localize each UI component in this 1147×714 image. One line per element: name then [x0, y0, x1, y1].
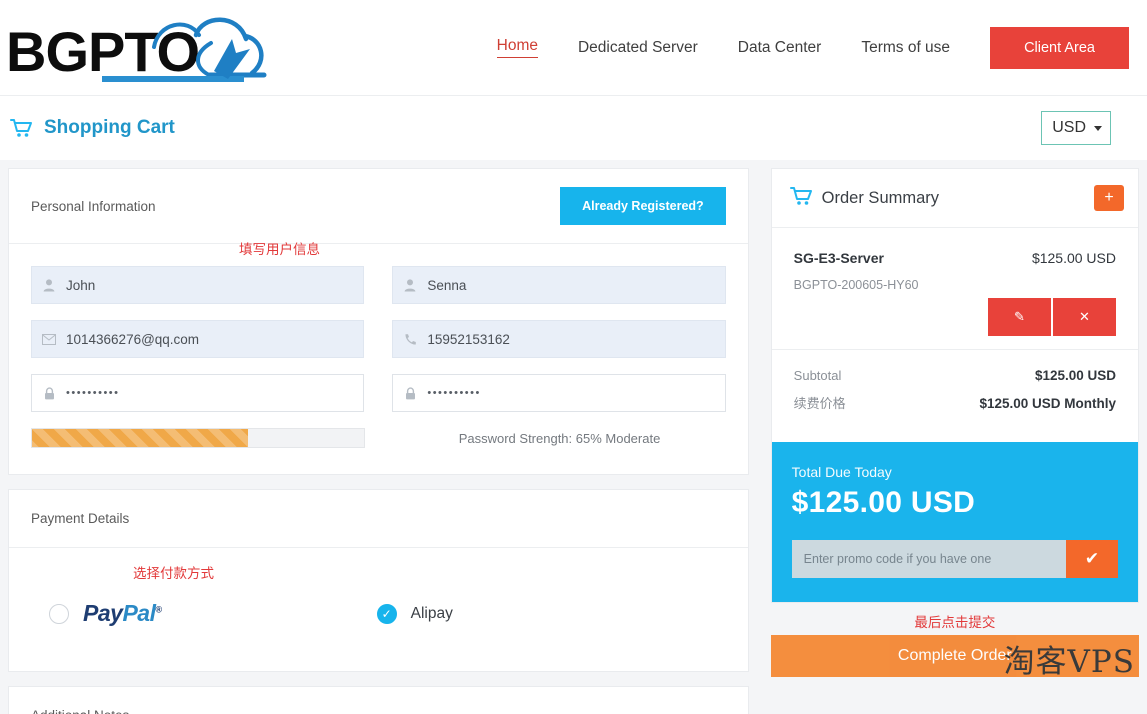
- shopping-cart-title: Shopping Cart: [44, 117, 175, 138]
- personal-information-card: Personal Information Already Registered?…: [8, 168, 749, 475]
- order-summary-cart-icon: [789, 186, 812, 211]
- renewal-value: $125.00 USD Monthly: [979, 396, 1116, 411]
- total-due-label: Total Due Today: [791, 464, 892, 480]
- svg-text:BGPTO: BGPTO: [6, 20, 199, 83]
- order-totals: Subtotal $125.00 USD 续费价格 $125.00 USD Mo…: [772, 350, 1138, 442]
- payment-details-title: Payment Details: [31, 511, 130, 526]
- order-item-actions: ✎ ✕: [988, 298, 1116, 336]
- client-area-button[interactable]: Client Area: [990, 26, 1129, 69]
- user-icon: [32, 278, 66, 292]
- order-item-code: BGPTO-200605-HY60: [793, 278, 919, 292]
- order-summary-header: Order Summary +: [771, 169, 1138, 228]
- nav-item-home[interactable]: Home: [496, 37, 538, 58]
- email-field[interactable]: 1014366276@qq.com: [31, 320, 365, 358]
- order-summary-card: Order Summary + SG-E3-Server $125.00 USD…: [770, 168, 1139, 603]
- password-row: •••••••••• ••••••••••: [31, 374, 726, 412]
- payment-details-body: 选择付款方式 PayPal® Alipay: [9, 548, 748, 671]
- personal-information-header: Personal Information Already Registered?: [9, 169, 748, 244]
- subtotal-value: $125.00 USD: [1034, 368, 1116, 383]
- paypal-logo: PayPal®: [83, 600, 162, 626]
- contact-row: 1014366276@qq.com 15952153162: [31, 320, 726, 358]
- envelope-icon: [32, 333, 66, 345]
- annotation-choose-payment: 选择付款方式: [133, 566, 214, 582]
- email-value: 1014366276@qq.com: [66, 331, 200, 347]
- add-item-button[interactable]: +: [1094, 185, 1124, 211]
- subtotal-label: Subtotal: [793, 368, 842, 383]
- edit-item-button[interactable]: ✎: [988, 298, 1051, 336]
- personal-information-body: 填写用户信息 John Senna 1014366276@qq.com 1595…: [9, 242, 748, 474]
- password-strength-bar: [31, 428, 366, 448]
- currency-select[interactable]: USD: [1041, 111, 1111, 145]
- password-value: ••••••••••: [66, 387, 120, 399]
- renewal-row: 续费价格 $125.00 USD Monthly: [794, 393, 1116, 412]
- password-confirm-value: ••••••••••: [427, 387, 481, 399]
- additional-notes-card: Additional Notes: [8, 686, 749, 714]
- nav-item-dedicated-server[interactable]: Dedicated Server: [578, 39, 698, 57]
- password-strength-fill: [32, 429, 249, 447]
- first-name-field[interactable]: John: [31, 266, 365, 304]
- user-icon: [393, 278, 427, 292]
- last-name-value: Senna: [427, 277, 467, 293]
- password-confirm-field[interactable]: ••••••••••: [392, 374, 726, 412]
- chevron-down-icon: [1094, 125, 1102, 131]
- annotation-fill-user-info: 填写用户信息: [239, 242, 320, 258]
- annotation-click-submit: 最后点击提交: [914, 615, 996, 631]
- remove-item-button[interactable]: ✕: [1053, 298, 1116, 336]
- last-name-field[interactable]: Senna: [392, 266, 726, 304]
- promo-code-input[interactable]: [791, 540, 1066, 578]
- currency-select-value: USD: [1052, 119, 1086, 136]
- payment-details-card: Payment Details 选择付款方式 PayPal® Alipay: [8, 489, 749, 672]
- order-summary-title: Order Summary: [821, 188, 940, 207]
- renewal-label: 续费价格: [793, 397, 846, 412]
- alipay-radio[interactable]: [376, 603, 397, 624]
- payment-option-paypal[interactable]: PayPal®: [49, 600, 162, 627]
- nav-item-terms-of-use[interactable]: Terms of use: [861, 39, 950, 57]
- order-item-name: SG-E3-Server: [793, 250, 884, 266]
- paypal-radio[interactable]: [49, 603, 69, 624]
- site-header: BGPTO Home Dedicated Server Data Center …: [0, 0, 1147, 95]
- lock-icon: [393, 386, 427, 400]
- promo-code-row: ✔: [791, 540, 1118, 578]
- order-summary-column: Order Summary + SG-E3-Server $125.00 USD…: [770, 168, 1139, 714]
- phone-icon: [393, 333, 427, 346]
- phone-value: 15952153162: [427, 331, 510, 347]
- additional-notes-header: Additional Notes: [9, 687, 748, 714]
- nav-item-data-center[interactable]: Data Center: [738, 39, 822, 57]
- alipay-label: Alipay: [410, 604, 453, 622]
- bgpto-logo-icon: BGPTO: [6, 17, 267, 83]
- personal-information-title: Personal Information: [31, 198, 156, 214]
- checkout-page: BGPTO Home Dedicated Server Data Center …: [0, 0, 1147, 714]
- checkout-content: Personal Information Already Registered?…: [0, 160, 1147, 714]
- name-row: John Senna: [31, 266, 726, 304]
- shopping-cart-bar: Shopping Cart USD: [0, 95, 1147, 160]
- order-item-top: SG-E3-Server $125.00 USD: [794, 250, 1116, 266]
- main-navigation: Home Dedicated Server Data Center Terms …: [496, 26, 1139, 69]
- already-registered-button[interactable]: Already Registered?: [560, 187, 726, 225]
- order-item-price: $125.00 USD: [1031, 250, 1116, 266]
- first-name-value: John: [66, 277, 96, 293]
- total-due-block: Total Due Today $125.00 USD ✔: [771, 442, 1138, 602]
- complete-order-button[interactable]: Complete Order: [770, 635, 1139, 677]
- lock-icon: [32, 386, 66, 400]
- shopping-cart-icon: [10, 118, 32, 138]
- checkout-forms-column: Personal Information Already Registered?…: [8, 168, 749, 714]
- subtotal-row: Subtotal $125.00 USD: [794, 368, 1116, 383]
- additional-notes-title: Additional Notes: [31, 708, 129, 714]
- payment-details-header: Payment Details: [9, 490, 748, 548]
- bgpto-logo[interactable]: BGPTO: [6, 0, 284, 95]
- password-strength-row: Password Strength: 65% Moderate: [31, 428, 726, 448]
- order-item-row: SG-E3-Server $125.00 USD BGPTO-200605-HY…: [771, 228, 1138, 350]
- payment-option-alipay[interactable]: Alipay: [376, 603, 453, 624]
- submit-zone: 最后点击提交 Complete Order 淘客VPS: [770, 603, 1139, 680]
- apply-promo-button[interactable]: ✔: [1066, 540, 1118, 578]
- password-field[interactable]: ••••••••••: [31, 374, 365, 412]
- total-due-amount: $125.00 USD: [791, 486, 976, 519]
- password-strength-text: Password Strength: 65% Moderate: [458, 430, 661, 446]
- phone-field[interactable]: 15952153162: [392, 320, 726, 358]
